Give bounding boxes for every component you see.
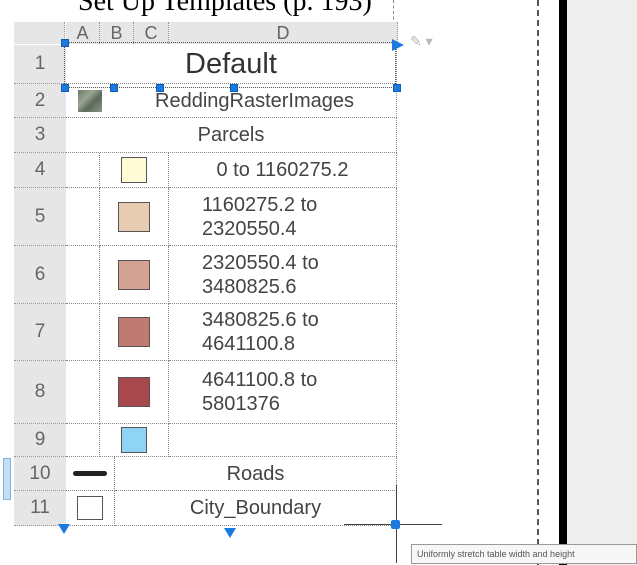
class-range-end: 2320550.4 [202,217,297,240]
table-resize-grip[interactable] [224,528,236,538]
row-header[interactable]: 7 [14,304,66,361]
symbol-cell[interactable] [66,84,113,118]
boundary-swatch-icon [77,496,103,520]
row-resize-tab[interactable] [3,458,11,500]
class-range-start: 1160275.2 to [202,193,318,216]
column-header-b[interactable]: B [100,22,134,44]
empty-cell[interactable] [66,424,100,457]
corner-header[interactable] [14,22,65,44]
row-header[interactable]: 9 [14,424,66,457]
class-label-cell[interactable]: 2320550.4 to 3480825.6 [169,246,397,304]
class-label-cell[interactable]: 1160275.2 to 2320550.4 [169,188,397,246]
page-text-fragment: Set Up Templates (p. 193) [78,0,372,17]
empty-cell[interactable] [66,361,100,424]
label-cell[interactable]: City_Boundary [115,491,397,526]
row-header[interactable]: 10 [14,457,66,491]
row-header[interactable]: 3 [14,118,66,153]
class-label-cell[interactable]: 4641100.8 to 5801376 [169,361,397,424]
class-range-end: 5801376 [202,393,280,415]
class-range-label: 0 to 1160275.2 [216,159,349,181]
page-margin-guide [537,0,539,565]
symbol-cell[interactable] [66,457,115,491]
class-range-start: 3480825.6 to [202,309,319,331]
color-swatch [118,259,150,290]
selection-handle[interactable] [61,84,69,92]
page-border [559,0,567,565]
row-header[interactable]: 11 [14,491,66,526]
column-header-c[interactable]: C [134,22,169,44]
swatch-cell[interactable] [100,424,169,457]
selection-handle[interactable] [61,39,69,47]
layer-label: Parcels [197,124,265,146]
color-swatch [118,317,150,347]
swatch-cell[interactable] [100,246,169,304]
layer-label: ReddingRasterImages [155,89,354,112]
row-header[interactable]: 6 [14,246,66,304]
class-label-cell[interactable] [169,424,397,457]
symbol-cell[interactable] [66,491,115,526]
swatch-cell[interactable] [100,153,169,188]
color-swatch [118,377,150,407]
swatch-cell[interactable] [100,188,169,246]
class-label-cell[interactable]: 3480825.6 to 4641100.8 [169,304,397,361]
selection-outline [64,42,396,88]
column-header-d[interactable]: D [169,22,398,44]
swatch-cell[interactable] [100,361,169,424]
empty-cell[interactable] [66,246,100,304]
raster-image-icon [77,89,102,112]
row-header[interactable]: 5 [14,188,66,246]
selection-handle[interactable] [110,84,118,92]
class-label-cell[interactable]: 0 to 1160275.2 [169,153,397,188]
swatch-cell[interactable] [100,304,169,361]
selection-handle[interactable] [156,84,164,92]
empty-cell[interactable] [66,188,100,246]
class-range-start: 2320550.4 to [202,251,319,274]
row-header[interactable]: 1 [14,45,66,84]
road-line-icon [73,471,107,476]
color-swatch [121,427,147,453]
tooltip: Uniformly stretch table width and height [411,544,637,564]
stretch-grip[interactable] [391,520,400,529]
selection-handle[interactable] [393,84,401,92]
class-range-end: 3480825.6 [202,275,297,298]
group-heading-cell[interactable]: Parcels [66,118,397,153]
row-header[interactable]: 2 [14,84,66,118]
empty-cell[interactable] [66,304,100,361]
column-header-a[interactable]: A [66,22,100,44]
class-range-start: 4641100.8 to [202,369,318,391]
row-header[interactable]: 8 [14,361,66,424]
color-swatch [118,201,150,232]
row-resize-grip[interactable] [58,524,70,534]
pencil-icon[interactable]: ✎ ▾ [410,33,433,50]
empty-cell[interactable] [66,153,100,188]
row-header[interactable]: 4 [14,153,66,188]
side-panel [567,0,637,565]
color-swatch [121,157,147,183]
selection-handle[interactable] [230,84,238,92]
layer-label: City_Boundary [189,497,322,519]
column-resize-grip[interactable] [392,39,404,51]
class-range-end: 4641100.8 [202,333,296,355]
layer-label: Roads [226,462,285,485]
label-cell[interactable]: Roads [115,457,397,491]
